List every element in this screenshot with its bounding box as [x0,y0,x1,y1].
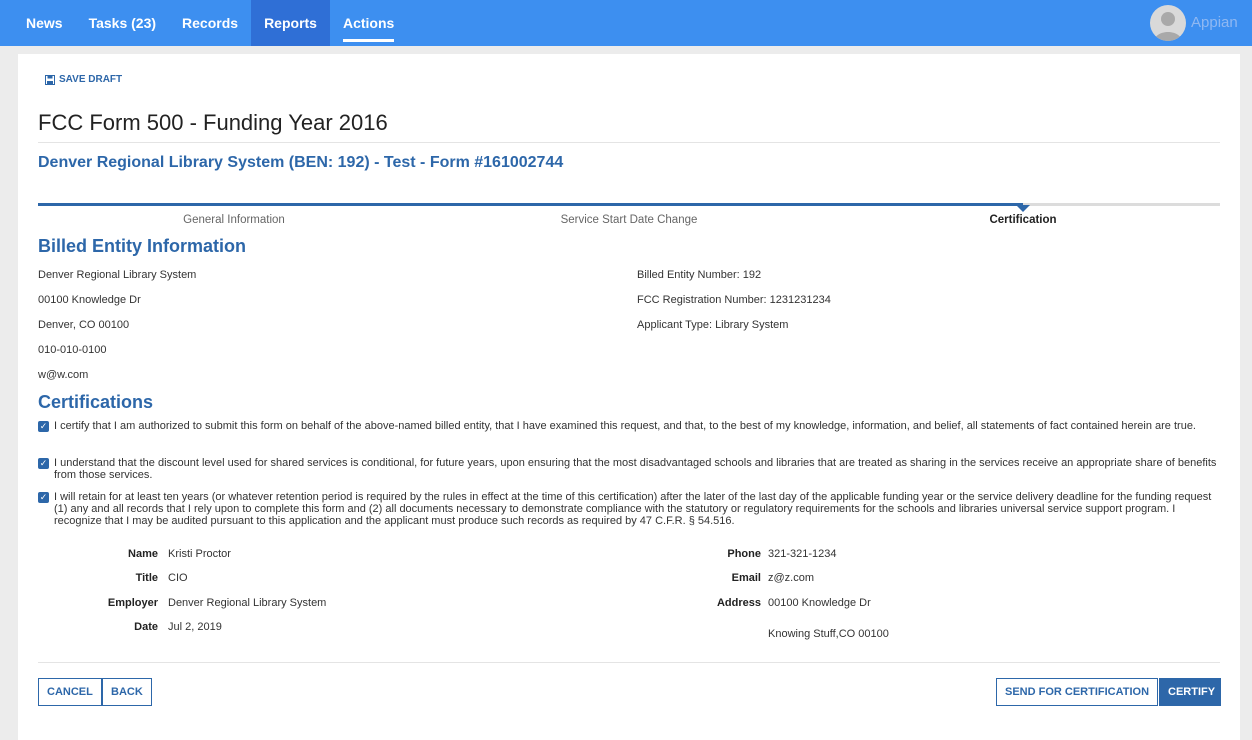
footer-divider [38,662,1220,663]
back-button[interactable]: BACK [102,678,152,706]
main-nav: News Tasks (23) Records Reports Actions [13,0,407,46]
certification-text: I will retain for at least ten years (or… [54,491,1212,527]
save-draft-label: SAVE DRAFT [59,74,123,85]
certification-item: ✓ I understand that the discount level u… [38,457,1218,481]
entity-street: 00100 Knowledge Dr [38,294,141,306]
employer-value: Denver Regional Library System [168,597,327,609]
address-line2: Knowing Stuff,CO 00100 [768,628,889,640]
title-divider [38,142,1220,143]
nav-actions[interactable]: Actions [330,0,407,46]
save-icon [45,74,55,85]
step-certification: Certification [989,214,1057,226]
phone-label: Phone [727,548,761,560]
save-draft-button[interactable]: SAVE DRAFT [45,74,122,85]
checkbox-checked[interactable]: ✓ [38,492,49,503]
nav-reports[interactable]: Reports [251,0,330,46]
title-value: CIO [168,572,188,584]
nav-news[interactable]: News [13,0,76,46]
applicant-type: Applicant Type: Library System [637,319,789,331]
address-label: Address [716,597,761,609]
email-label: Email [731,572,761,584]
certification-item: ✓ I certify that I am authorized to subm… [38,420,1218,432]
certify-button[interactable]: CERTIFY [1159,678,1221,706]
certification-text: I certify that I am authorized to submit… [54,420,1196,432]
certifications-heading: Certifications [38,392,154,412]
step-general-information: General Information [183,214,285,226]
phone-value: 321-321-1234 [768,548,837,560]
name-value: Kristi Proctor [168,548,231,560]
date-label: Date [134,621,158,633]
email-value: z@z.com [768,572,815,584]
send-for-certification-button[interactable]: SEND FOR CERTIFICATION [996,678,1159,706]
billed-entity-number: Billed Entity Number: 192 [637,269,762,281]
top-nav-bar: News Tasks (23) Records Reports Actions … [0,0,1252,46]
form-subtitle: Denver Regional Library System (BEN: 192… [38,154,564,171]
entity-phone: 010-010-0100 [38,344,107,356]
entity-name: Denver Regional Library System [38,269,197,281]
checkbox-checked[interactable]: ✓ [38,458,49,469]
entity-email: w@w.com [38,369,89,381]
billed-entity-heading: Billed Entity Information [38,236,247,256]
brand-logo: Appian [1191,14,1238,31]
name-label: Name [128,548,158,560]
progress-fill [38,203,1023,206]
form-card: SAVE DRAFT FCC Form 500 - Funding Year 2… [18,54,1240,740]
page-title: FCC Form 500 - Funding Year 2016 [38,110,388,135]
user-avatar[interactable] [1150,5,1186,41]
certification-item: ✓ I will retain for at least ten years (… [38,491,1218,527]
nav-tasks[interactable]: Tasks (23) [76,0,169,46]
user-silhouette-icon [1154,12,1182,41]
fcc-registration-number: FCC Registration Number: 1231231234 [637,294,831,306]
title-label: Title [135,572,158,584]
progress-marker [1016,205,1030,212]
date-value: Jul 2, 2019 [168,621,222,633]
employer-label: Employer [107,597,158,609]
certification-text: I understand that the discount level use… [54,457,1217,481]
cancel-button[interactable]: CANCEL [38,678,102,706]
entity-city: Denver, CO 00100 [38,319,130,331]
step-service-start-date-change: Service Start Date Change [560,214,698,226]
checkbox-checked[interactable]: ✓ [38,421,49,432]
address-line1: 00100 Knowledge Dr [768,597,871,609]
nav-records[interactable]: Records [169,0,251,46]
